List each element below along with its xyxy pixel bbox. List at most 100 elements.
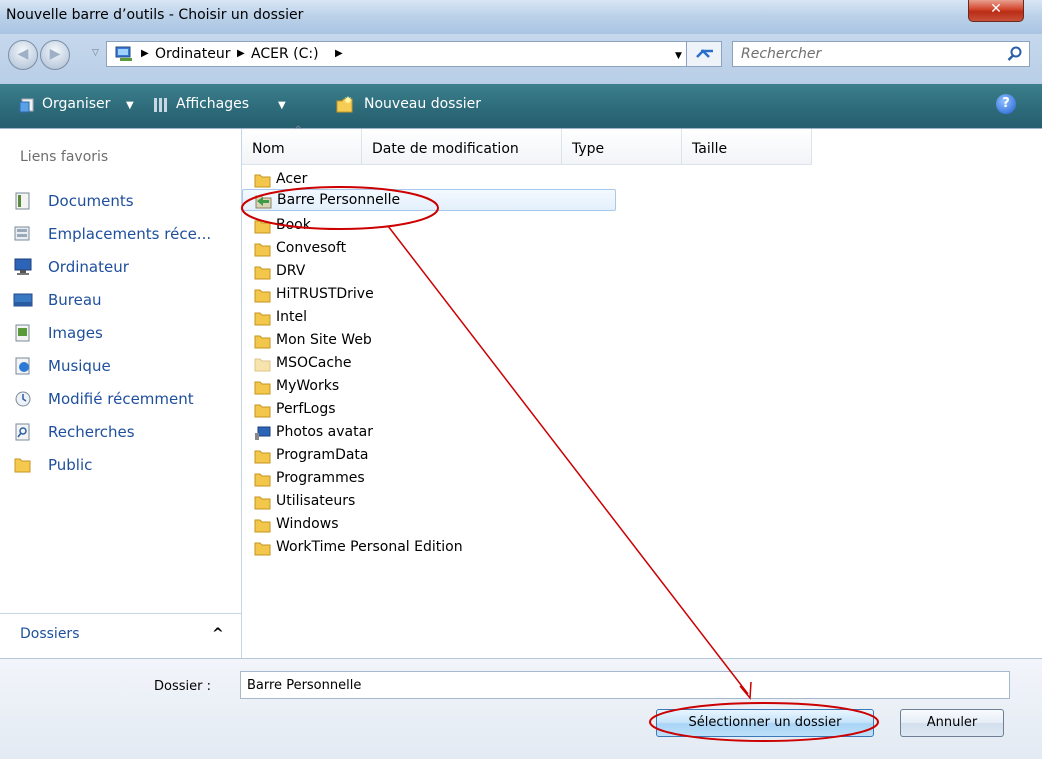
favorite-label: Public xyxy=(48,456,93,474)
folders-label: Dossiers xyxy=(20,626,80,642)
folder-name: Book xyxy=(276,217,311,233)
folder-row[interactable]: Convesoft xyxy=(242,238,622,260)
favorite-item-documents[interactable]: Documents xyxy=(0,187,241,215)
recently-changed-icon xyxy=(15,391,31,407)
folder-row[interactable]: Book xyxy=(242,215,622,237)
folder-row[interactable]: MyWorks xyxy=(242,376,622,398)
favorite-label: Modifié récemment xyxy=(48,390,194,408)
new-folder-button[interactable]: Nouveau dossier xyxy=(364,96,481,112)
help-icon[interactable]: ? xyxy=(996,94,1016,114)
folder-row[interactable]: Acer xyxy=(242,169,622,191)
select-folder-button[interactable]: Sélectionner un dossier xyxy=(656,709,874,737)
folder-row[interactable]: Programmes xyxy=(242,468,622,490)
network-folder-icon xyxy=(255,426,271,440)
favorite-label: Bureau xyxy=(48,291,102,309)
breadcrumb-separator-icon: ▶ xyxy=(237,48,245,59)
folders-toggle[interactable]: Dossiers ^ xyxy=(0,613,241,656)
back-arrow-icon: ◀ xyxy=(17,46,29,62)
address-dropdown-icon[interactable]: ▼ xyxy=(675,51,682,61)
views-label: Affichages xyxy=(176,96,250,112)
folder-name: Barre Personnelle xyxy=(277,192,401,208)
folder-name: Photos avatar xyxy=(276,424,373,440)
folder-icon xyxy=(254,496,271,510)
breadcrumb-drive[interactable]: ACER (C:) xyxy=(251,46,319,62)
address-row: ◀ ▶ ▽ ▶ Ordinateur ▶ ACER (C:) ▶ ▼ Reche… xyxy=(0,34,1042,84)
folder-row[interactable]: ProgramData xyxy=(242,445,622,467)
folder-name-value: Barre Personnelle xyxy=(247,678,362,693)
folder-name: MyWorks xyxy=(276,378,340,394)
searches-icon xyxy=(15,423,30,441)
window-title: Nouvelle barre d’outils - Choisir un dos… xyxy=(6,7,304,23)
search-placeholder: Rechercher xyxy=(741,46,822,62)
folder-row[interactable]: Mon Site Web xyxy=(242,330,622,352)
folder-row[interactable]: Photos avatar xyxy=(242,422,622,444)
favorite-item-pictures[interactable]: Images xyxy=(0,319,241,347)
favorite-label: Emplacements réce... xyxy=(48,225,212,243)
favorite-item-recent-places[interactable]: Emplacements réce... xyxy=(0,220,241,248)
back-button[interactable]: ◀ xyxy=(8,40,38,70)
address-bar[interactable]: ▶ Ordinateur ▶ ACER (C:) ▶ ▼ xyxy=(106,41,706,67)
favorite-item-searches[interactable]: Recherches xyxy=(0,418,241,446)
pictures-icon xyxy=(15,324,30,342)
search-icon[interactable] xyxy=(1007,46,1023,62)
favorite-label: Documents xyxy=(48,192,134,210)
breadcrumb-separator-icon: ▶ xyxy=(141,48,149,59)
folder-row[interactable]: PerfLogs xyxy=(242,399,622,421)
folder-icon xyxy=(254,542,271,556)
folder-name: HiTRUSTDrive xyxy=(276,286,374,302)
computer-icon xyxy=(14,258,32,275)
folder-icon xyxy=(254,174,271,188)
folder-icon xyxy=(254,312,271,326)
column-header-label: Nom xyxy=(252,141,285,157)
folder-name: Mon Site Web xyxy=(276,332,372,348)
folder-field-label: Dossier : xyxy=(154,679,211,694)
title-bar: Nouvelle barre d’outils - Choisir un dos… xyxy=(0,0,1042,34)
folder-name-field[interactable]: Barre Personnelle xyxy=(240,671,1010,699)
folder-row[interactable]: HiTRUSTDrive xyxy=(242,284,622,306)
column-header-label: Date de modification xyxy=(372,141,519,157)
hidden-folder-icon xyxy=(254,358,271,372)
folder-row[interactable]: MSOCache xyxy=(242,353,622,375)
forward-button[interactable]: ▶ xyxy=(40,40,70,70)
dialog-footer: Dossier : Barre Personnelle Sélectionner… xyxy=(0,658,1042,759)
folder-row[interactable]: Windows xyxy=(242,514,622,536)
folder-name: Programmes xyxy=(276,470,365,486)
folder-row[interactable]: Utilisateurs xyxy=(242,491,622,513)
breadcrumb-computer[interactable]: Ordinateur xyxy=(155,46,231,62)
file-list-pane: ^ Nom Date de modification Type Taille A… xyxy=(242,125,1042,659)
folder-name: Windows xyxy=(276,516,339,532)
folder-row-selected[interactable]: Barre Personnelle xyxy=(242,189,616,211)
views-icon xyxy=(154,98,167,112)
folder-row[interactable]: Intel xyxy=(242,307,622,329)
shared-folder-icon xyxy=(255,195,272,209)
favorite-item-public[interactable]: Public xyxy=(0,451,241,479)
close-button[interactable]: ✕ xyxy=(968,0,1024,22)
favorite-item-computer[interactable]: Ordinateur xyxy=(0,253,241,281)
folder-icon xyxy=(254,220,271,234)
folder-name: Utilisateurs xyxy=(276,493,356,509)
column-header-label: Taille xyxy=(692,141,728,157)
history-dropdown-icon[interactable]: ▽ xyxy=(92,48,99,58)
command-toolbar: Organiser ▼ Affichages ▼ Nouveau dossier… xyxy=(0,84,1042,128)
folder-picker-dialog: Nouvelle barre d’outils - Choisir un dos… xyxy=(0,0,1042,759)
favorite-links-header: Liens favoris xyxy=(20,149,109,165)
breadcrumb-separator-icon: ▶ xyxy=(335,48,343,59)
refresh-button[interactable] xyxy=(686,41,722,67)
favorite-item-recently-changed[interactable]: Modifié récemment xyxy=(0,385,241,413)
column-header-size[interactable]: Taille xyxy=(682,129,812,165)
favorite-item-desktop[interactable]: Bureau xyxy=(0,286,241,314)
folder-row[interactable]: WorkTime Personal Edition xyxy=(242,537,622,559)
favorite-label: Musique xyxy=(48,357,111,375)
cancel-button[interactable]: Annuler xyxy=(900,709,1004,737)
desktop-icon xyxy=(13,293,33,307)
folder-name: Convesoft xyxy=(276,240,347,256)
search-field[interactable]: Rechercher xyxy=(732,41,1030,67)
column-header-type[interactable]: Type xyxy=(562,129,682,165)
chevron-up-icon: ^ xyxy=(212,626,224,642)
folder-row[interactable]: DRV xyxy=(242,261,622,283)
column-header-date[interactable]: Date de modification xyxy=(362,129,562,165)
column-header-name[interactable]: ^ Nom xyxy=(242,125,362,165)
favorite-item-music[interactable]: Musique xyxy=(0,352,241,380)
music-icon xyxy=(15,357,30,375)
folder-name: MSOCache xyxy=(276,355,352,371)
